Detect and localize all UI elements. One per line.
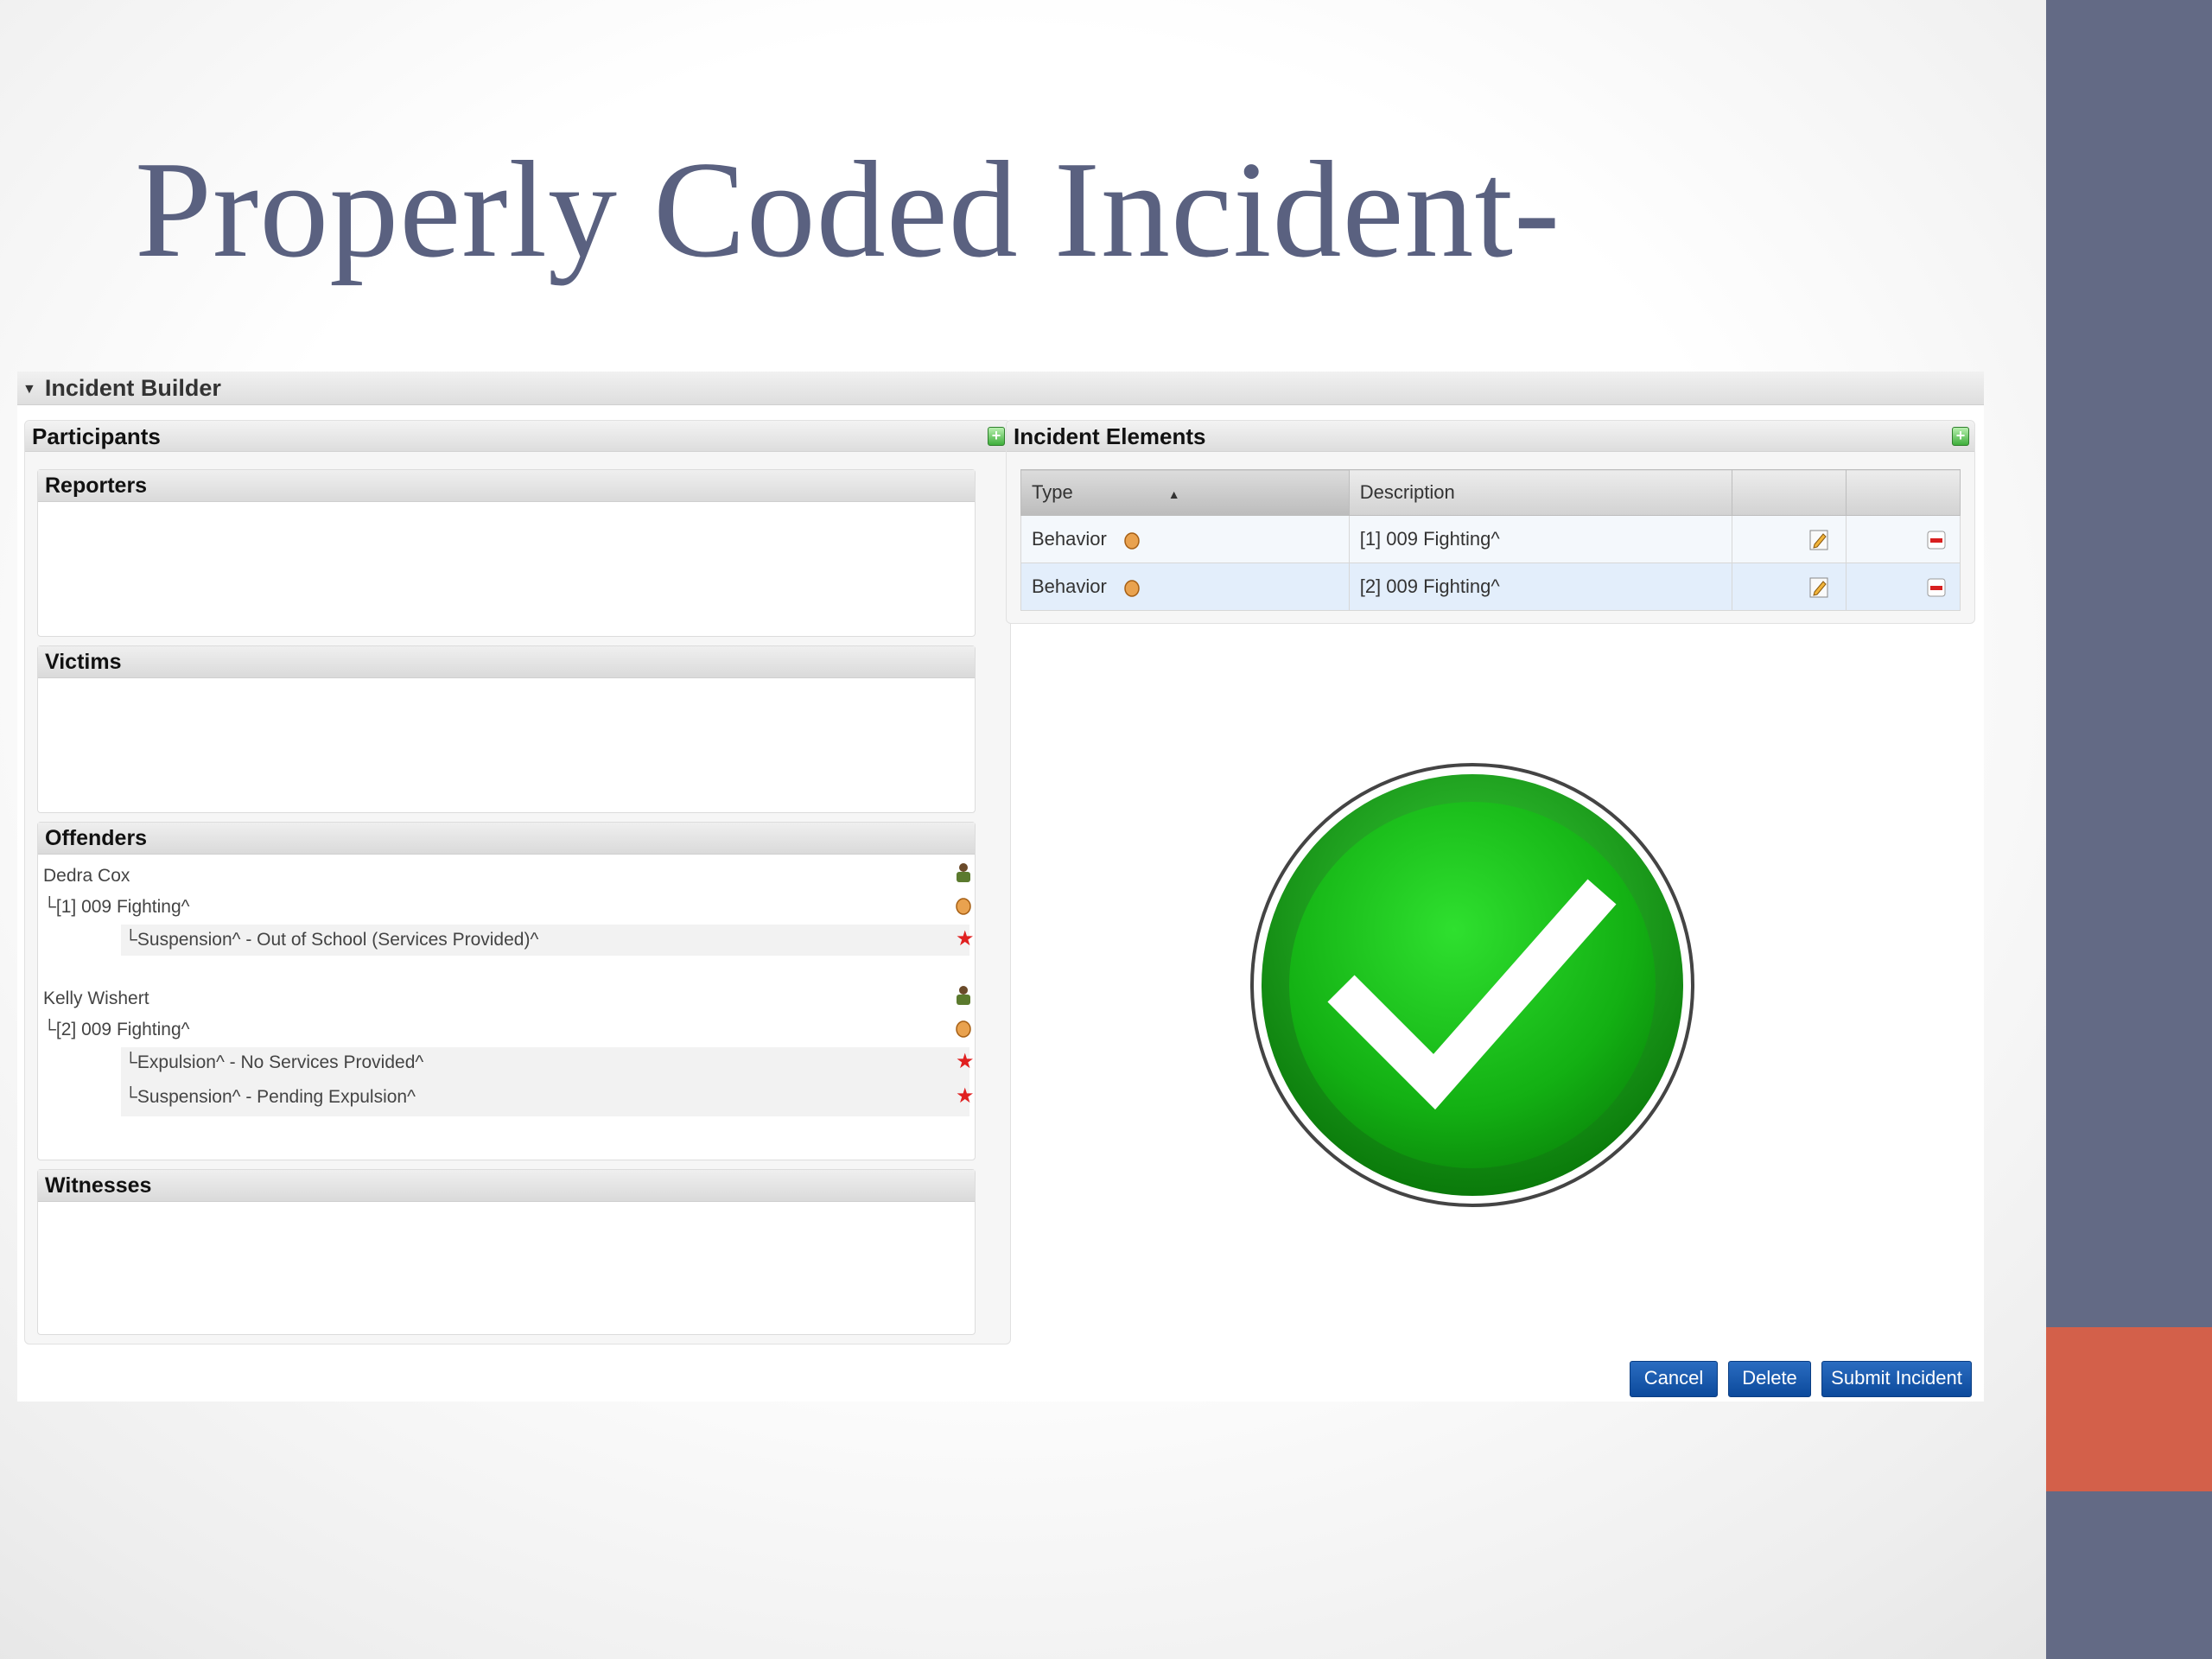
edit-column-header: [1732, 469, 1847, 516]
edit-pencil-icon[interactable]: [1809, 576, 1830, 599]
behavior-hand-icon: [956, 1020, 971, 1038]
witnesses-header: Witnesses: [38, 1170, 975, 1202]
resolution-item[interactable]: └Suspension^ - Pending Expulsion^: [124, 1087, 416, 1108]
type-column-header[interactable]: Type ▲: [1020, 469, 1350, 516]
collapse-caret-icon[interactable]: ▼: [22, 373, 36, 406]
delete-cell: [1846, 563, 1961, 611]
tree-branch-glyph: └: [124, 1087, 137, 1107]
offenders-header: Offenders: [38, 823, 975, 855]
type-column-label: Type: [1032, 481, 1073, 503]
offender-incident[interactable]: └[1] 009 Fighting^: [43, 897, 190, 918]
tree-branch-glyph: └: [43, 897, 56, 917]
description-column-label: Description: [1359, 481, 1455, 503]
incident-builder-header[interactable]: ▼ Incident Builder: [17, 372, 1984, 405]
incident-elements-table: Type ▲ Description Behavior [1] 009 Fight…: [1020, 469, 1961, 611]
reporters-section: Reporters: [37, 469, 976, 637]
witnesses-section: Witnesses: [37, 1169, 976, 1335]
resolution-label: Suspension^ - Pending Expulsion^: [137, 1087, 416, 1107]
offender-person-icon[interactable]: [954, 985, 973, 1006]
slide-title: Properly Coded Incident-: [135, 132, 1561, 286]
behavior-hand-icon: [956, 898, 971, 915]
description-cell: [2] 009 Fighting^: [1348, 563, 1733, 611]
edit-pencil-icon[interactable]: [1809, 529, 1830, 551]
offenders-section: Offenders Dedra Cox └[1] 009 Fighting^ └…: [37, 822, 976, 1160]
offender-name[interactable]: Kelly Wishert: [43, 988, 149, 1009]
type-cell: Behavior: [1020, 515, 1350, 563]
resolution-star-icon: ★: [956, 1050, 975, 1073]
resolution-star-icon: ★: [956, 927, 975, 950]
resolution-label: Expulsion^ - No Services Provided^: [137, 1052, 424, 1072]
offender-name[interactable]: Dedra Cox: [43, 866, 130, 887]
edit-cell: [1732, 563, 1847, 611]
cancel-button[interactable]: Cancel: [1630, 1361, 1718, 1397]
victims-header: Victims: [38, 646, 975, 678]
add-element-icon[interactable]: +: [1952, 427, 1969, 446]
tree-branch-glyph: └: [124, 1052, 137, 1072]
reporters-header: Reporters: [38, 470, 975, 502]
table-row[interactable]: Behavior [1] 009 Fighting^: [1020, 515, 1961, 563]
type-label: Behavior: [1032, 527, 1107, 550]
delete-minus-icon[interactable]: [1927, 530, 1946, 550]
incident-builder-screenshot: ▼ Incident Builder Participants + Reporte…: [17, 372, 1984, 1402]
resolution-label: Suspension^ - Out of School (Services Pr…: [137, 930, 539, 950]
resolution-star-icon: ★: [956, 1084, 975, 1108]
behavior-hand-icon: [1124, 532, 1140, 550]
offender-incident-label: [2] 009 Fighting^: [55, 1020, 190, 1039]
sort-ascending-icon: ▲: [1167, 487, 1180, 501]
add-participant-icon[interactable]: +: [988, 427, 1005, 446]
participants-header: Participants: [25, 421, 1010, 452]
victims-section: Victims: [37, 645, 976, 813]
offender-person-icon[interactable]: [954, 862, 973, 883]
resolution-item[interactable]: └Expulsion^ - No Services Provided^: [124, 1052, 423, 1073]
description-column-header[interactable]: Description: [1348, 469, 1733, 516]
delete-minus-icon[interactable]: [1927, 577, 1946, 598]
incident-elements-title: Incident Elements: [1014, 423, 1206, 449]
offender-incident-label: [1] 009 Fighting^: [55, 897, 190, 917]
delete-column-header: [1846, 469, 1961, 516]
behavior-hand-icon: [1124, 580, 1140, 597]
resolution-item[interactable]: └Suspension^ - Out of School (Services P…: [124, 930, 538, 950]
delete-button[interactable]: Delete: [1728, 1361, 1811, 1397]
slide-side-accent: [2046, 1327, 2212, 1491]
incident-elements-panel: Incident Elements + Type ▲ Description Be…: [1006, 420, 1975, 624]
description-cell: [1] 009 Fighting^: [1348, 515, 1733, 563]
type-cell: Behavior: [1020, 563, 1350, 611]
submit-incident-button[interactable]: Submit Incident: [1821, 1361, 1972, 1397]
incident-elements-header: Incident Elements: [1007, 421, 1974, 452]
edit-cell: [1732, 515, 1847, 563]
table-header-row: Type ▲ Description: [1020, 469, 1961, 516]
participants-panel: Participants + Reporters Victims Offende…: [24, 420, 1011, 1344]
incident-builder-title: Incident Builder: [44, 375, 221, 401]
tree-branch-glyph: └: [124, 930, 137, 950]
table-row[interactable]: Behavior [2] 009 Fighting^: [1020, 563, 1961, 611]
participants-title: Participants: [32, 423, 161, 449]
green-checkmark-icon: [1250, 763, 1694, 1207]
delete-cell: [1846, 515, 1961, 563]
tree-branch-glyph: └: [43, 1020, 56, 1039]
offender-incident[interactable]: └[2] 009 Fighting^: [43, 1020, 190, 1040]
type-label: Behavior: [1032, 575, 1107, 597]
